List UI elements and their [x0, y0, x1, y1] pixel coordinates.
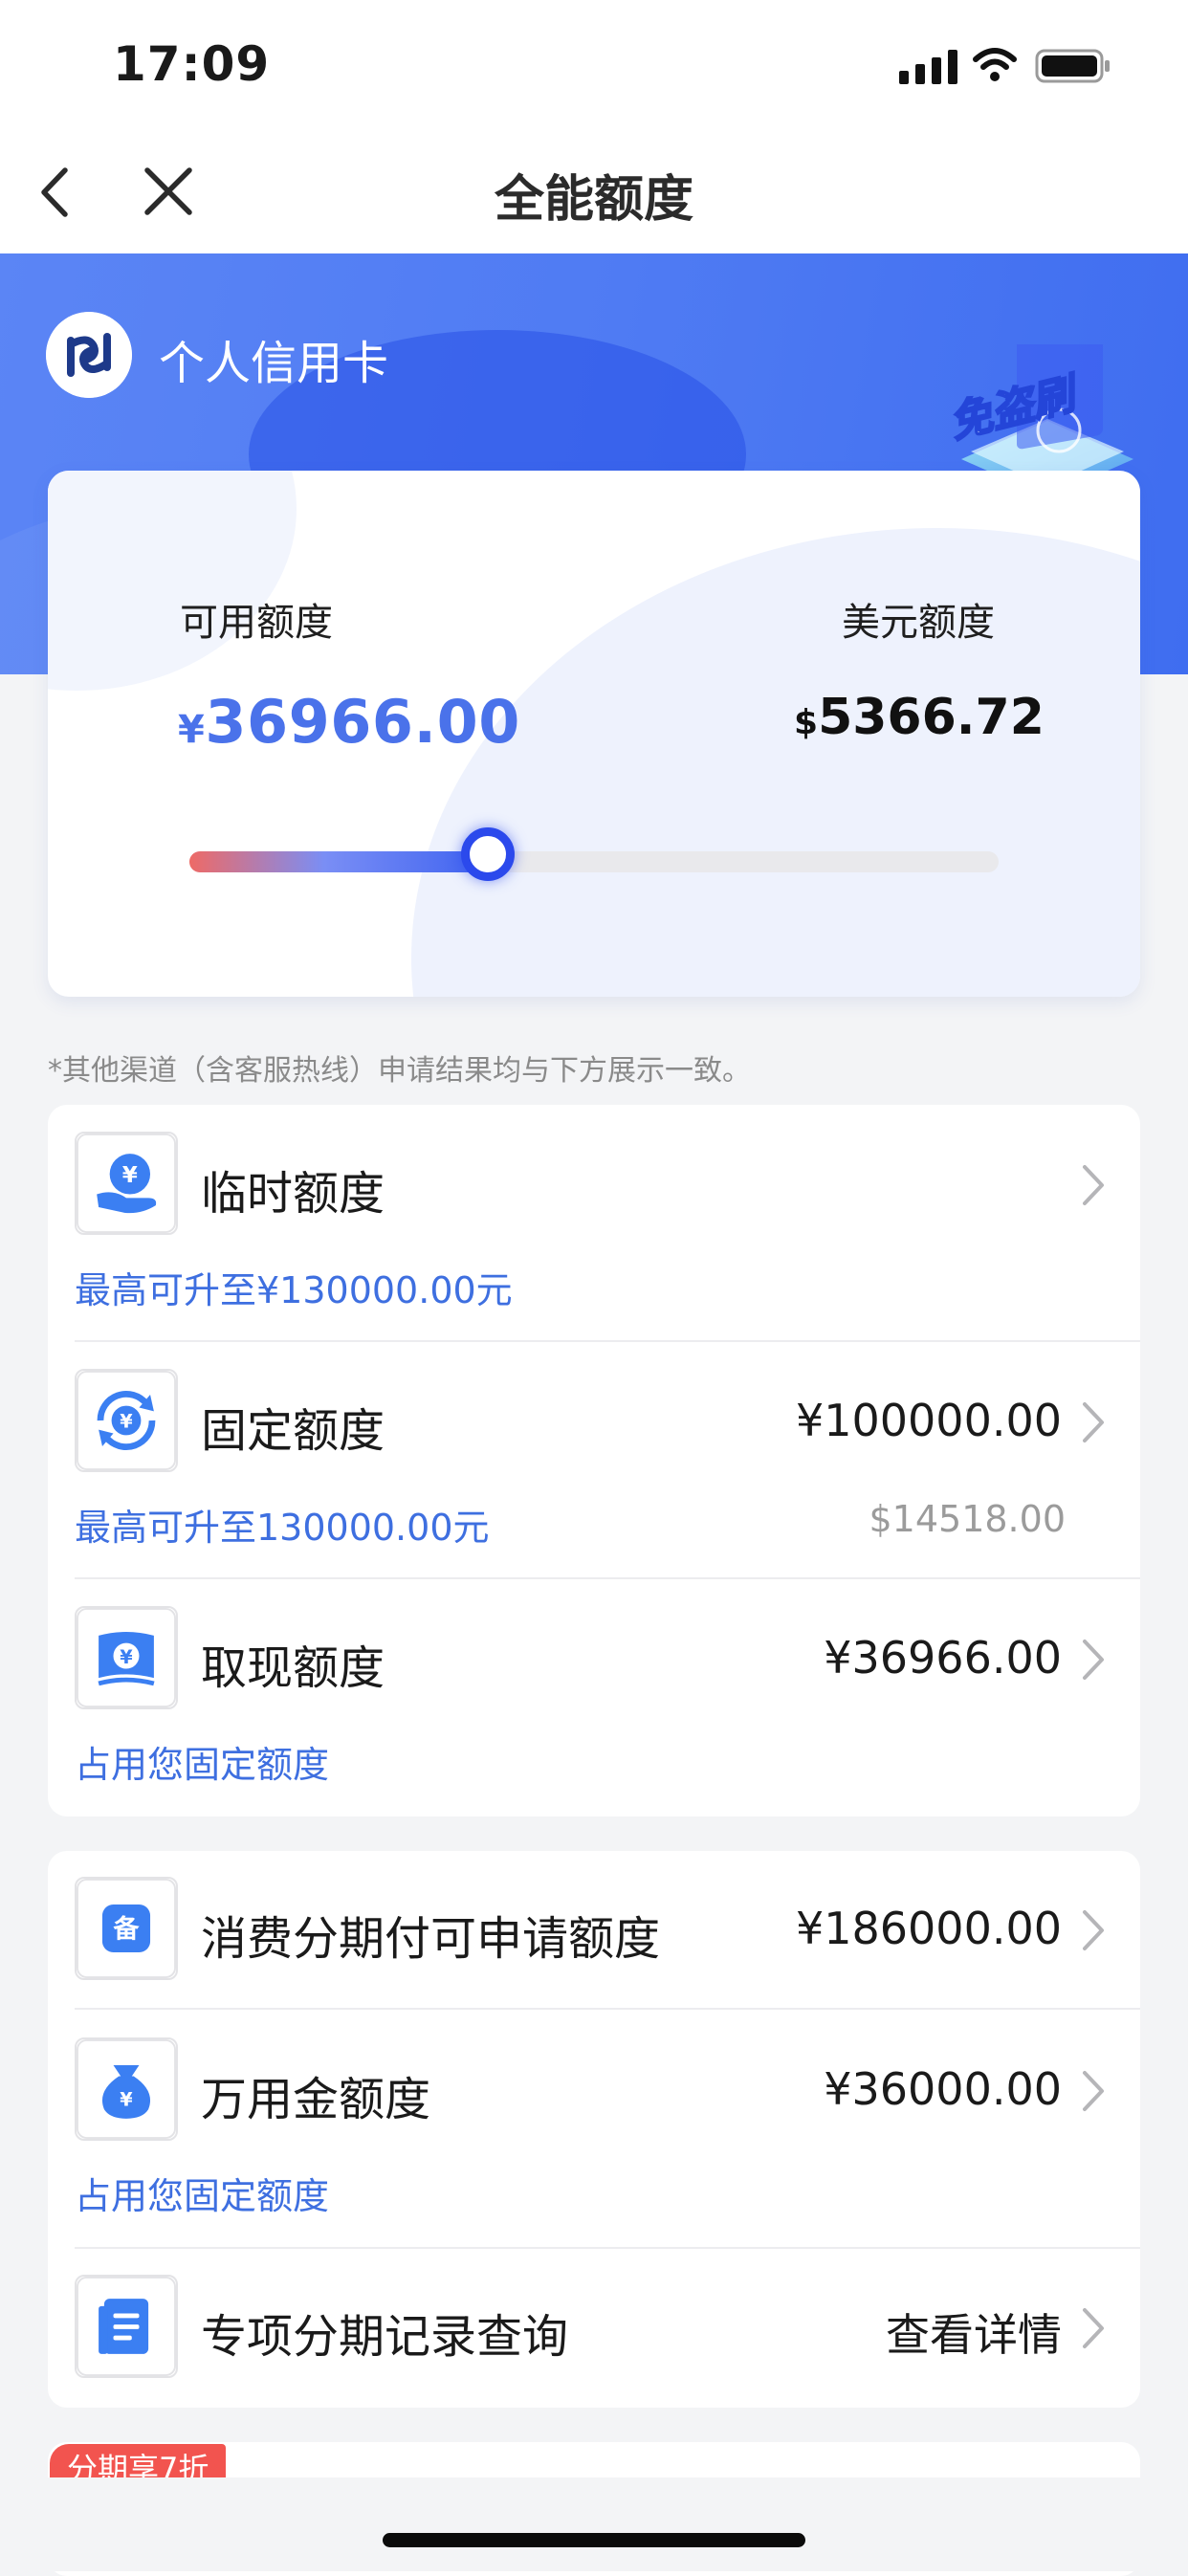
cash-limit-note: 占用您固定额度: [75, 1744, 330, 1786]
bank-logo-icon: [46, 312, 132, 398]
svg-text:¥: ¥: [120, 2088, 133, 2110]
document-list-icon: [75, 2275, 178, 2378]
fixed-limit-title: 固定额度: [201, 1404, 385, 1458]
bottom-area: [0, 2477, 1188, 2571]
svg-text:¥: ¥: [120, 1646, 133, 1668]
wanyongjin-limit-title: 万用金额度: [201, 2073, 431, 2126]
cash-limit-value: ¥36966.00: [824, 1632, 1062, 1684]
home-indicator: [383, 2533, 805, 2547]
chevron-right-icon: [1083, 1165, 1104, 1205]
usd-limit-label: 美元额度: [842, 601, 995, 645]
svg-text:¥: ¥: [120, 1411, 133, 1433]
cash-note-icon: ¥: [75, 1606, 178, 1709]
card-name: 个人信用卡: [159, 337, 389, 390]
limit-usage-bar: [189, 827, 999, 881]
svg-text:¥: ¥: [122, 1163, 138, 1188]
view-details-link[interactable]: 查看详情: [670, 2301, 1062, 2364]
fixed-limit-max: 最高可升至130000.00元: [75, 1507, 490, 1549]
cellular-signal-icon: [899, 50, 957, 84]
special-installment-title: 专项分期记录查询: [201, 2310, 569, 2364]
available-limit-label: 可用额度: [180, 601, 333, 645]
yuan-exchange-icon: ¥: [75, 1369, 178, 1472]
installment-limit-title: 消费分期付可申请额度: [201, 1912, 661, 1966]
status-time: 17:09: [113, 36, 271, 92]
limit-usage-fill: [189, 851, 490, 872]
battery-icon: [1035, 49, 1110, 83]
wifi-icon: [973, 48, 1017, 81]
money-bag-icon: ¥: [75, 2037, 178, 2141]
available-limit-amount: ¥36966.00: [178, 687, 520, 757]
limit-usage-knob: [461, 827, 516, 881]
installment-limit-value: ¥186000.00: [795, 1903, 1062, 1954]
chevron-right-icon: [1083, 1640, 1104, 1680]
disclaimer-note: *其他渠道（含客服热线）申请结果均与下方展示一致。: [48, 1054, 751, 1088]
cash-limit-title: 取现额度: [201, 1641, 385, 1695]
wanyongjin-limit-note: 占用您固定额度: [75, 2175, 330, 2217]
chevron-right-icon: [1083, 2308, 1104, 2348]
fixed-limit-value: ¥100000.00: [795, 1395, 1062, 1446]
wanyongjin-limit-value: ¥36000.00: [824, 2063, 1062, 2115]
page-title: 全能额度: [494, 171, 693, 229]
usd-limit-amount: $5366.72: [794, 689, 1045, 746]
temporary-limit-max: 最高可升至¥130000.00元: [75, 1269, 513, 1311]
yuan-hand-icon: ¥: [75, 1132, 178, 1235]
chevron-right-icon: [1083, 1402, 1104, 1442]
svg-text:备: 备: [113, 1915, 141, 1945]
temporary-limit-title: 临时额度: [201, 1167, 385, 1221]
chevron-right-icon: [1083, 1910, 1104, 1950]
fixed-limit-usd: $14518.00: [869, 1498, 1067, 1540]
chevron-right-icon: [1083, 2071, 1104, 2111]
reserve-icon: 备: [75, 1877, 178, 1980]
